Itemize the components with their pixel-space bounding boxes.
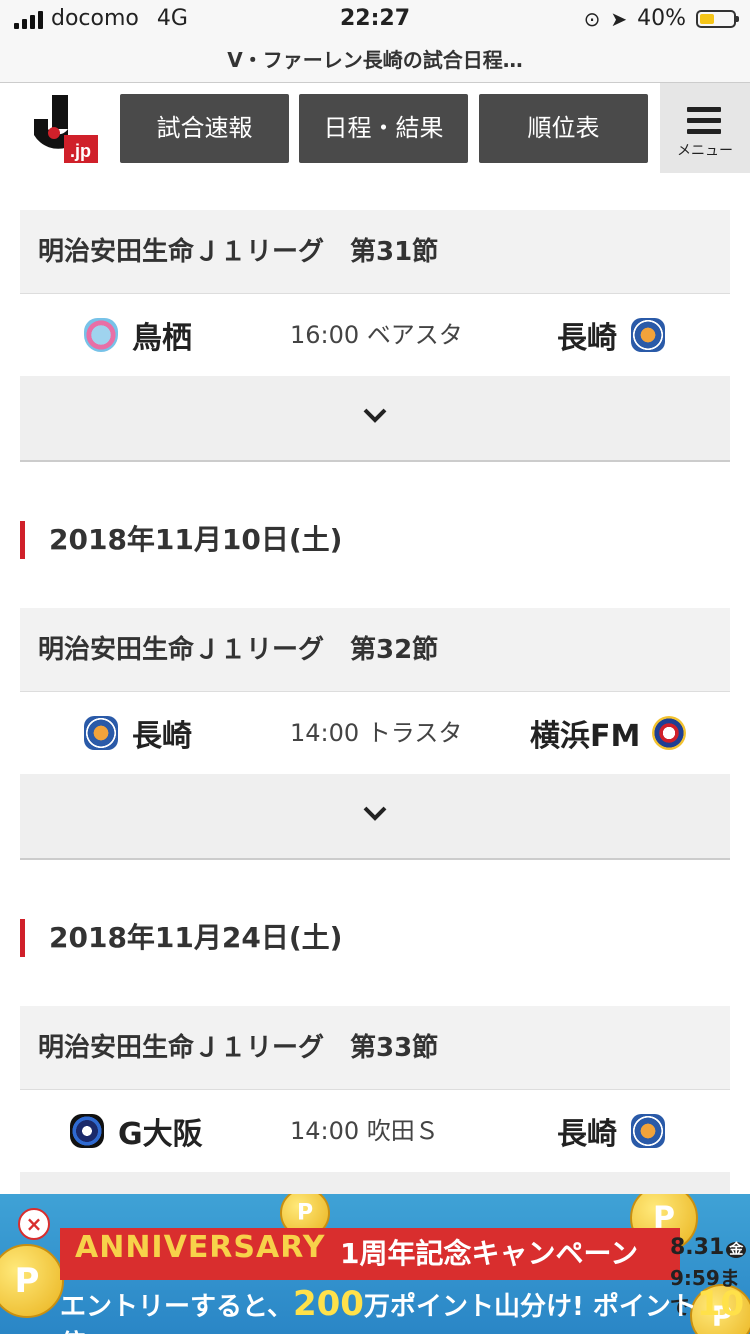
kickoff-time: 14:00 xyxy=(290,719,360,747)
battery-icon xyxy=(696,9,739,28)
league-round: 明治安田生命Ｊ１リーグ 第31節 xyxy=(20,210,730,294)
match-card: 明治安田生命Ｊ１リーグ 第31節 鳥栖 16:00 ベアスタ 長崎 xyxy=(20,210,730,462)
home-team-name: 鳥栖 xyxy=(132,321,192,356)
away-team: 長崎 xyxy=(557,1090,665,1172)
ad-banner[interactable]: P P P P ANNIVERSARY 1周年記念キャンペーン 8.31 金 9:… xyxy=(0,1194,750,1334)
expand-toggle[interactable] xyxy=(20,774,730,860)
nav-live-button[interactable]: 試合速報 xyxy=(120,94,289,163)
venue: 吹田Ｓ xyxy=(366,1117,439,1145)
gamba-osaka-emblem-icon xyxy=(70,1114,104,1148)
away-team-name: 長崎 xyxy=(557,321,617,356)
hamburger-icon xyxy=(687,107,721,140)
match-row[interactable]: 長崎 14:00 トラスタ 横浜FM xyxy=(20,692,730,774)
league-round: 明治安田生命Ｊ１リーグ 第32節 xyxy=(20,608,730,692)
venue: トラスタ xyxy=(366,719,463,747)
expand-toggle[interactable] xyxy=(20,376,730,462)
home-team-name: G大阪 xyxy=(118,1117,203,1152)
chevron-down-icon xyxy=(363,408,387,423)
nav-standings-button[interactable]: 順位表 xyxy=(479,94,648,163)
sagan-tosu-emblem-icon xyxy=(84,318,118,352)
ad-message: エントリーすると、200万ポイント山分け! ポイント10倍! xyxy=(60,1284,745,1334)
jleague-logo-icon: .jp xyxy=(34,95,98,163)
match-row[interactable]: 鳥栖 16:00 ベアスタ 長崎 xyxy=(20,294,730,376)
match-info: 14:00 トラスタ xyxy=(290,692,462,774)
date-heading: 2018年11月24日(土) xyxy=(20,919,342,957)
menu-label: メニュー xyxy=(677,143,733,159)
svg-text:.jp: .jp xyxy=(70,141,91,161)
ad-close-button[interactable]: × xyxy=(18,1208,50,1240)
v-varen-nagasaki-emblem-icon xyxy=(631,1114,665,1148)
kickoff-time: 14:00 xyxy=(290,1117,360,1145)
nav-schedule-button[interactable]: 日程・結果 xyxy=(299,94,468,163)
away-team-name: 横浜FM xyxy=(530,719,641,754)
status-right: ⊙ ➤ 40% xyxy=(583,6,739,31)
v-varen-nagasaki-emblem-icon xyxy=(84,716,118,750)
away-team: 長崎 xyxy=(557,294,665,376)
jleague-logo[interactable]: .jp xyxy=(34,95,100,165)
match-row[interactable]: G大阪 14:00 吹田Ｓ 長崎 xyxy=(20,1090,730,1172)
home-team-name: 長崎 xyxy=(132,719,192,754)
yokohama-fm-emblem-icon xyxy=(652,716,687,750)
match-card: 明治安田生命Ｊ１リーグ 第32節 長崎 14:00 トラスタ 横浜FM xyxy=(20,608,730,860)
status-bar: docomo 4G 22:27 ⊙ ➤ 40% xyxy=(0,0,750,42)
kickoff-time: 16:00 xyxy=(290,321,360,349)
chevron-down-icon xyxy=(363,806,387,821)
venue: ベアスタ xyxy=(366,321,463,349)
league-round: 明治安田生命Ｊ１リーグ 第33節 xyxy=(20,1006,730,1090)
match-info: 16:00 ベアスタ xyxy=(290,294,463,376)
home-team: 長崎 xyxy=(84,692,192,774)
home-team: 鳥栖 xyxy=(84,294,192,376)
v-varen-nagasaki-emblem-icon xyxy=(631,318,665,352)
ad-anniversary: ANNIVERSARY xyxy=(75,1230,326,1265)
browser-title-bar[interactable]: V・ファーレン長崎の試合日程… xyxy=(0,42,750,83)
site-header: .jp 試合速報 日程・結果 順位表 メニュー xyxy=(0,83,750,178)
location-icon: ➤ xyxy=(610,6,628,31)
away-team-name: 長崎 xyxy=(557,1117,617,1152)
home-team: G大阪 xyxy=(70,1090,203,1172)
point-coin-icon: P xyxy=(0,1244,64,1318)
battery-percent: 40% xyxy=(637,6,686,31)
away-team: 横浜FM xyxy=(530,692,687,774)
rotation-lock-icon: ⊙ xyxy=(583,6,601,31)
ad-campaign: 1周年記念キャンペーン xyxy=(340,1237,639,1270)
menu-button[interactable]: メニュー xyxy=(660,83,750,173)
date-heading: 2018年11月10日(土) xyxy=(20,521,342,559)
match-info: 14:00 吹田Ｓ xyxy=(290,1090,439,1172)
